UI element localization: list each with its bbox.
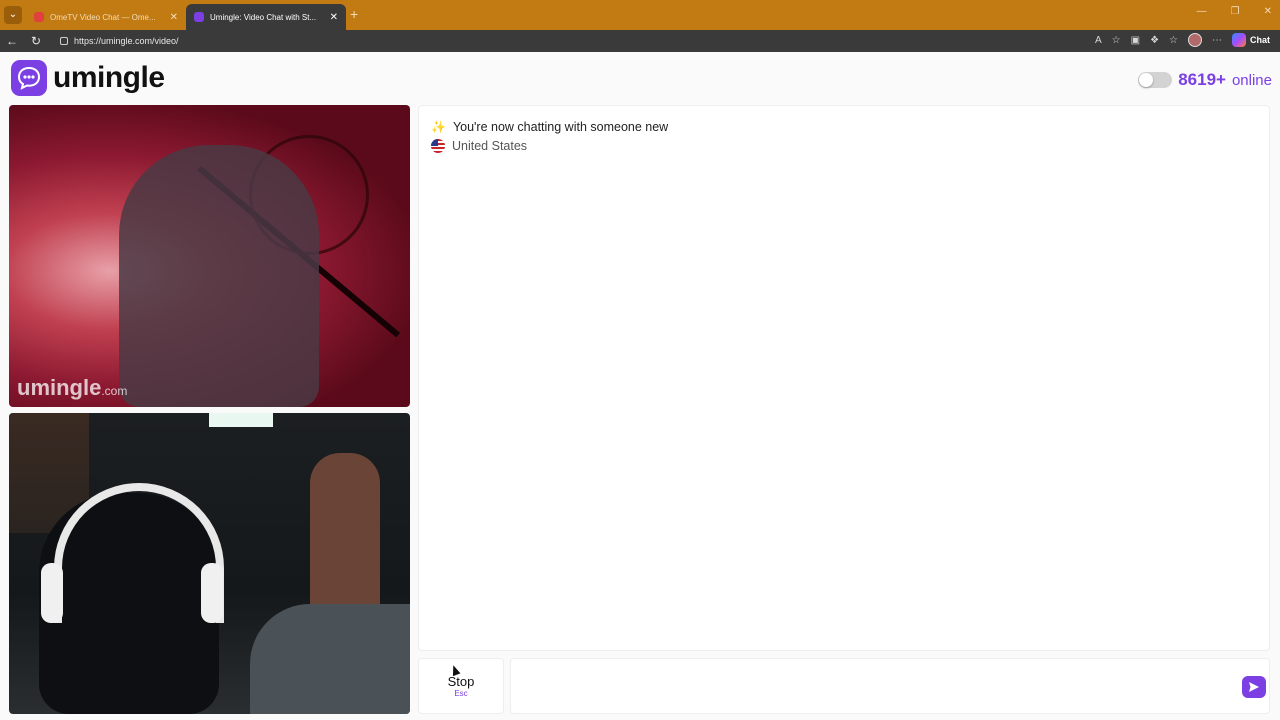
stop-shortcut: Esc <box>454 689 468 698</box>
favorite-icon[interactable]: ☆ <box>1112 35 1121 46</box>
video-scene-detail <box>119 145 319 407</box>
copilot-icon <box>1232 33 1246 47</box>
copilot-button[interactable]: Chat <box>1232 33 1270 47</box>
profile-avatar[interactable] <box>1188 33 1202 47</box>
collections-icon[interactable]: ❖ <box>1150 35 1159 46</box>
logo-text: umingle <box>53 61 165 94</box>
read-aloud-icon[interactable]: A <box>1095 35 1102 46</box>
status-message: ✨ You're now chatting with someone new <box>431 120 668 134</box>
site-logo[interactable]: umingle <box>11 60 165 96</box>
video-scene-detail <box>250 604 410 714</box>
send-icon <box>1249 682 1259 692</box>
sparkle-icon: ✨ <box>431 120 446 134</box>
watermark-text: umingle <box>17 375 102 400</box>
browser-toolbar: ← ↻ https://umingle.com/video/ A ☆ ▣ ❖ ☆… <box>0 30 1280 52</box>
headset-detail <box>201 563 223 623</box>
stranger-country: United States <box>431 139 527 153</box>
umingle-watermark: umingle.com <box>17 375 127 401</box>
online-count: 8619+ <box>1178 70 1226 89</box>
stop-label: Stop <box>447 674 475 689</box>
tab-close-icon[interactable]: ✕ <box>330 12 338 23</box>
us-flag-icon <box>431 139 445 153</box>
tab-close-icon[interactable]: ✕ <box>170 12 178 23</box>
new-tab-button[interactable]: + <box>350 6 358 22</box>
extensions-icon[interactable]: ▣ <box>1131 35 1140 46</box>
stranger-video: umingle.com <box>9 105 410 407</box>
dark-mode-toggle[interactable] <box>1138 72 1173 88</box>
self-video <box>9 413 410 714</box>
video-scene-detail <box>209 413 273 427</box>
browser-tab-bar: ⌄ OmeTV Video Chat — Ome... ✕ Umingle: V… <box>0 0 1280 30</box>
umingle-favicon-icon <box>194 12 204 22</box>
minimize-button[interactable]: — <box>1197 6 1207 17</box>
back-icon[interactable]: ← <box>0 34 24 48</box>
address-bar[interactable]: https://umingle.com/video/ <box>60 33 179 49</box>
close-window-button[interactable]: ✕ <box>1264 6 1272 17</box>
restore-button[interactable]: ❐ <box>1231 6 1240 17</box>
tab-label: Umingle: Video Chat with St... <box>210 12 317 22</box>
send-button[interactable] <box>1242 676 1266 698</box>
online-label: online <box>1231 71 1272 89</box>
status-message-text: You're now chatting with someone new <box>452 120 669 134</box>
window-controls: — ❐ ✕ <box>1197 6 1272 17</box>
headset-detail <box>41 563 63 623</box>
online-indicator: 8619+ online <box>1138 70 1272 90</box>
url-text: https://umingle.com/video/ <box>74 36 179 46</box>
tab-umingle[interactable]: Umingle: Video Chat with St... ✕ <box>186 4 346 30</box>
more-icon[interactable]: ⋯ <box>1212 35 1222 46</box>
country-text: United States <box>452 139 528 153</box>
tab-actions-menu[interactable]: ⌄ <box>4 6 22 24</box>
chat-bubble-icon <box>11 60 47 96</box>
copilot-label: Chat <box>1250 35 1270 45</box>
stop-button[interactable]: Stop Esc <box>418 658 504 714</box>
message-input[interactable] <box>510 658 1270 714</box>
chat-log: ✨ You're now chatting with someone new U… <box>418 105 1270 651</box>
tab-label: OmeTV Video Chat — Ome... <box>50 12 156 22</box>
lock-icon <box>60 37 68 45</box>
toggle-knob <box>1139 73 1154 87</box>
browser-tools: A ☆ ▣ ❖ ☆ ⋯ Chat <box>1095 33 1270 47</box>
refresh-icon[interactable]: ↻ <box>24 34 48 48</box>
ometv-favicon-icon <box>34 12 44 22</box>
watermark-suffix: .com <box>101 384 128 398</box>
umingle-page: umingle 8619+ online umingle.com ✨ You'r… <box>0 52 1280 720</box>
favorites-bar-icon[interactable]: ☆ <box>1169 35 1178 46</box>
tab-ometv[interactable]: OmeTV Video Chat — Ome... ✕ <box>26 4 186 30</box>
